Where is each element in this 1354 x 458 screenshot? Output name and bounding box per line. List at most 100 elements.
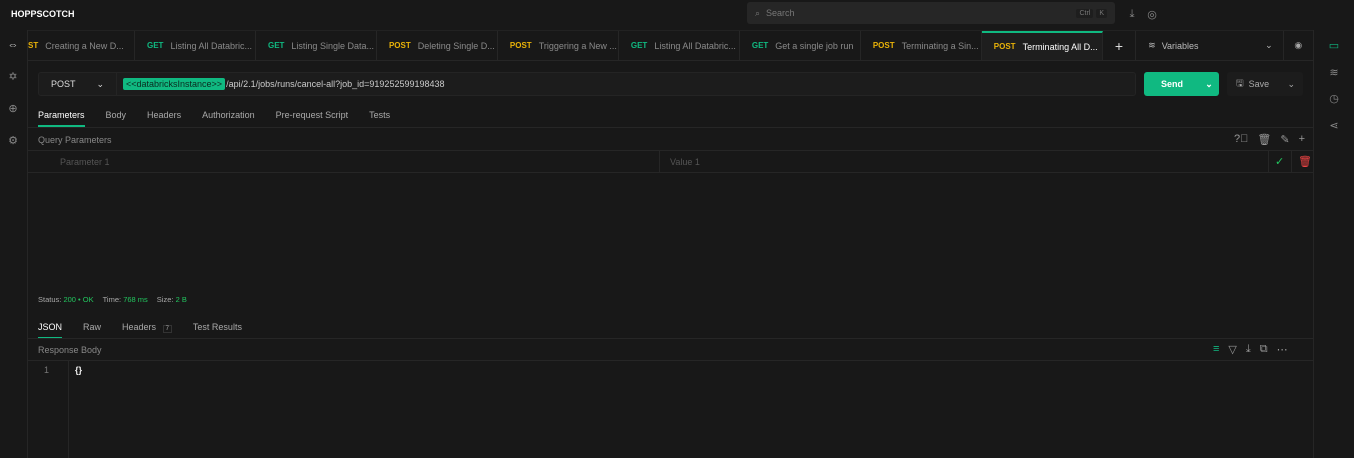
send-button[interactable]: Send ⌄ [1144,72,1219,96]
graphql-icon[interactable]: ✡ [5,70,21,83]
save-icon: 🖫 [1236,78,1244,88]
tab-headers[interactable]: Headers 7 [122,322,172,339]
tab-label: Terminating All D... [1022,41,1098,52]
size-value: 2 B [175,295,187,304]
new-tab-button[interactable]: + [1103,31,1137,60]
method-select[interactable]: POST ⌄ [39,73,117,95]
request-tab[interactable]: GET Listing All Databric... [619,31,740,60]
tab-label: Deleting Single D... [417,40,495,51]
gutter-divider [68,361,69,458]
divider [28,127,1313,128]
help-icon[interactable]: ?⃝ [1234,133,1248,146]
status-value: 200 • OK [63,295,94,304]
shortcut-key: K [1096,8,1107,18]
query-toolbar: ?⃝ 🗑 ✎ + [1234,133,1305,146]
download-icon[interactable]: ⤓ [1124,8,1140,21]
trash-icon[interactable]: 🗑 [1257,133,1271,146]
url-path: /api/2.1/jobs/runs/cancel-all?job_id=919… [226,79,445,89]
request-tab[interactable]: POST Deleting Single D... [377,31,498,60]
tab-raw[interactable]: Raw [83,322,101,339]
share-icon[interactable]: ⋖ [1326,119,1342,132]
tab-parameters[interactable]: Parameters [38,110,85,127]
history-icon[interactable]: ◷ [1326,92,1342,105]
save-label: Save [1248,79,1270,89]
request-tab[interactable]: GET Listing All Databric... [135,31,256,60]
edit-icon[interactable]: ✎ [1280,133,1289,146]
request-tab[interactable]: GET Listing Single Data... [256,31,377,60]
response-body-content[interactable]: {} [75,365,82,375]
parameter-key-input[interactable]: Parameter 1 [60,157,110,167]
layers-icon: ≋ [1148,40,1156,50]
chevron-down-icon[interactable]: ⌄ [1199,79,1219,90]
rest-icon[interactable]: ⇔ [5,39,21,51]
request-tab[interactable]: GET Get a single job run [740,31,861,60]
divider [1268,151,1269,173]
tab-label: Listing Single Data... [291,40,374,51]
plus-icon[interactable]: + [1299,133,1305,146]
request-tabs: ST Creating a New D... GET Listing All Dat… [28,30,1313,61]
tab-pre-request-script[interactable]: Pre-request Script [276,110,349,127]
divider [1291,151,1292,173]
tab-label: Headers [122,322,157,332]
request-tab[interactable]: ST Creating a New D... [28,31,135,60]
search-icon: ⌕ [755,7,761,18]
tab-authorization[interactable]: Authorization [202,110,255,127]
left-sidebar: ⇔ ✡ ⊕ ⚙ [0,30,28,458]
tab-tests[interactable]: Tests [369,110,390,127]
search-placeholder: Search [766,8,795,18]
tab-method: GET [147,41,164,50]
filter-icon[interactable]: ▽ [1228,343,1236,356]
tab-label: Terminating a Sin... [901,40,979,51]
more-icon[interactable]: ⋯ [1277,343,1288,356]
folder-icon[interactable]: ▭ [1326,39,1342,52]
headers-count-badge: 7 [162,325,172,333]
size-label: Size: [156,295,174,304]
tab-json[interactable]: JSON [38,322,63,339]
request-tab-active[interactable]: POST Terminating All D... [981,31,1103,60]
wrap-lines-icon[interactable]: ≡ [1213,343,1219,356]
delete-icon[interactable]: 🗑 [1298,155,1312,168]
eye-button[interactable]: ◉ [1284,31,1313,60]
request-tab[interactable]: POST Triggering a New ... [498,31,619,60]
response-tabs: JSON Raw Headers 7 Test Results [38,322,242,339]
save-button[interactable]: 🖫 Save ⌄ [1227,72,1303,96]
right-sidebar: ▭ ≋ ◷ ⋖ [1313,30,1354,458]
parameter-value-input[interactable]: Value 1 [670,157,700,167]
tab-method: GET [751,41,769,50]
eye-icon: ◉ [1294,40,1303,50]
support-icon[interactable]: ◎ [1144,8,1160,21]
download-icon[interactable]: ⤓ [1246,343,1251,356]
tab-method: POST [388,41,411,50]
tab-headers[interactable]: Headers [147,110,181,127]
chevron-down-icon: ⌄ [1265,40,1273,50]
copy-icon[interactable]: ⧉ [1260,343,1268,356]
divider [659,151,660,173]
variables-dropdown[interactable]: ≋ Variables ⌄ [1136,31,1284,60]
response-body-title: Response Body [38,345,102,355]
tab-method: POST [993,42,1016,51]
search-bar[interactable]: ⌕ Search Ctrl K [747,2,1115,24]
chevron-down-icon[interactable]: ⌄ [1287,79,1295,90]
environments-icon[interactable]: ≋ [1326,66,1342,79]
request-tab[interactable]: POST Terminating a Sin... [861,31,982,60]
app-logo: HOPPSCOTCH [11,9,75,19]
response-toolbar: ≡ ▽ ⤓ ⧉ ⋯ [1213,343,1288,356]
response-status: Status: 200 • OK Time: 768 ms Size: 2 B [38,295,187,304]
tab-label: Get a single job run [775,40,854,51]
tab-test-results[interactable]: Test Results [193,322,242,339]
send-label: Send [1161,79,1184,89]
tab-label: Listing All Databric... [170,40,252,51]
settings-icon[interactable]: ⚙ [5,134,21,147]
tab-method: GET [630,41,648,50]
line-number: 1 [44,365,50,375]
url-input[interactable]: <<databricksInstance>>/api/2.1/jobs/runs… [117,78,445,90]
tab-body[interactable]: Body [106,110,127,127]
request-bar: POST ⌄ <<databricksInstance>>/api/2.1/job… [38,72,1136,96]
top-bar: HOPPSCOTCH ⌕ Search Ctrl K ⤓ ◎ [0,0,1354,30]
time-value: 768 ms [123,295,148,304]
realtime-globe-icon[interactable]: ⊕ [5,102,21,115]
tab-label: Creating a New D... [45,40,124,51]
variables-label: Variables [1161,40,1199,51]
check-circle-icon[interactable]: ✓ [1275,155,1284,168]
tab-label: Listing All Databric... [654,40,736,51]
